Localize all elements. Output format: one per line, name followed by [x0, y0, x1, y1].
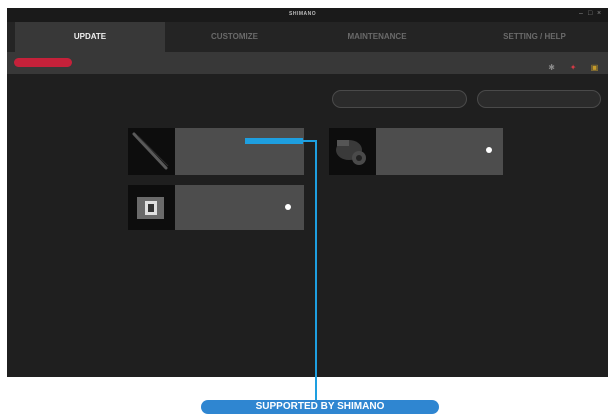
derailleur-icon [329, 128, 376, 175]
close-icon[interactable]: × [597, 10, 601, 18]
tab-maintenance[interactable]: MAINTENANCE [312, 22, 442, 52]
mode-pill[interactable] [14, 58, 72, 67]
tab-bar: UPDATE CUSTOMIZE MAINTENANCE SETTING / H… [7, 22, 608, 52]
supported-tag [245, 138, 303, 144]
battery-icon [128, 185, 175, 230]
status-dot [486, 147, 492, 153]
right-action-button[interactable] [477, 90, 601, 108]
bluetooth-icon[interactable]: ✱ [546, 62, 557, 73]
unit-card-derailleur[interactable] [329, 128, 503, 175]
supported-banner: SUPPORTED BY SHIMANO [201, 400, 439, 414]
settings-icon[interactable]: ✦ [568, 62, 579, 73]
title-bar: SHIMANO – □ × [7, 8, 608, 22]
sub-bar-icons: ✱ ✦ ▣ [540, 57, 600, 75]
cable-icon [128, 128, 175, 175]
minimize-icon[interactable]: – [579, 10, 583, 18]
maximize-icon[interactable]: □ [588, 10, 592, 18]
menu-icon[interactable]: ▣ [589, 62, 600, 73]
callout-line [315, 140, 317, 402]
left-action-button[interactable] [332, 90, 467, 108]
tab-setting-help[interactable]: SETTING / HELP [467, 22, 602, 52]
sub-bar: ✱ ✦ ▣ [7, 52, 608, 74]
brand-label: SHIMANO [289, 11, 317, 17]
unit-card-cable[interactable] [128, 128, 304, 175]
main-panel [7, 74, 608, 377]
unit-card-battery[interactable] [128, 185, 304, 230]
tab-customize[interactable]: CUSTOMIZE [172, 22, 297, 52]
tab-update[interactable]: UPDATE [15, 22, 165, 52]
status-dot [285, 204, 291, 210]
app-window: SHIMANO – □ × UPDATE CUSTOMIZE MAINTENAN… [7, 8, 608, 377]
